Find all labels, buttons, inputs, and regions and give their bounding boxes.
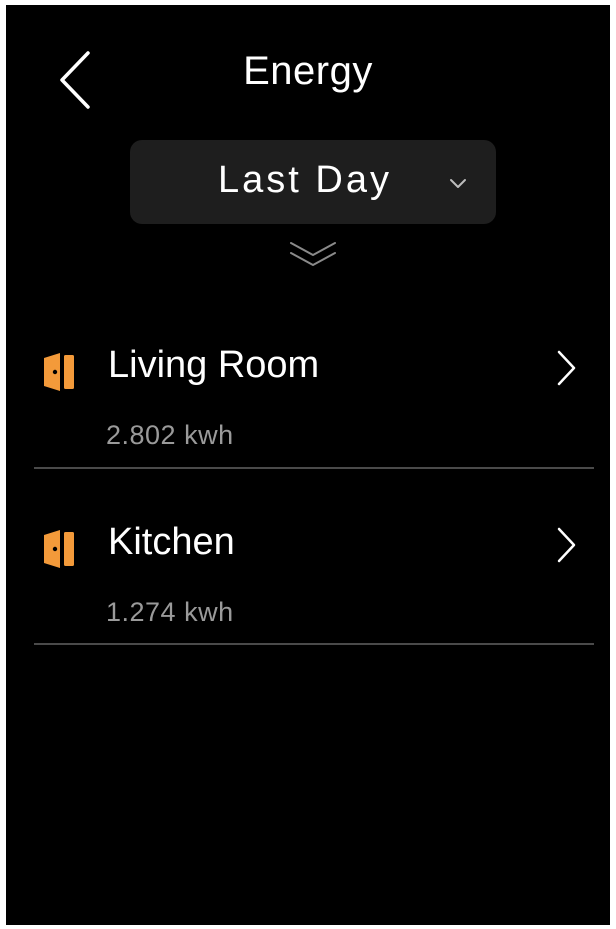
chevron-down-icon <box>450 179 466 188</box>
divider <box>34 643 594 645</box>
door-icon <box>44 530 74 568</box>
time-range-select[interactable]: Last Day <box>130 140 496 224</box>
chevron-right-icon <box>557 350 576 386</box>
double-chevron-down-icon[interactable] <box>288 239 338 269</box>
energy-screen: Energy Last Day Living Room 2.802 kwh Ki… <box>6 5 610 925</box>
list-item-kitchen[interactable]: Kitchen 1.274 kwh <box>34 491 594 631</box>
time-range-value: Last Day <box>218 159 392 201</box>
room-energy-value: 1.274 kwh <box>106 597 234 627</box>
list-item-living-room[interactable]: Living Room 2.802 kwh <box>34 314 594 454</box>
door-icon <box>44 353 74 391</box>
chevron-right-icon <box>557 527 576 563</box>
divider <box>34 467 594 469</box>
room-name: Living Room <box>108 344 320 386</box>
room-energy-value: 2.802 kwh <box>106 420 234 450</box>
page-title: Energy <box>243 49 373 93</box>
room-name: Kitchen <box>108 521 235 563</box>
